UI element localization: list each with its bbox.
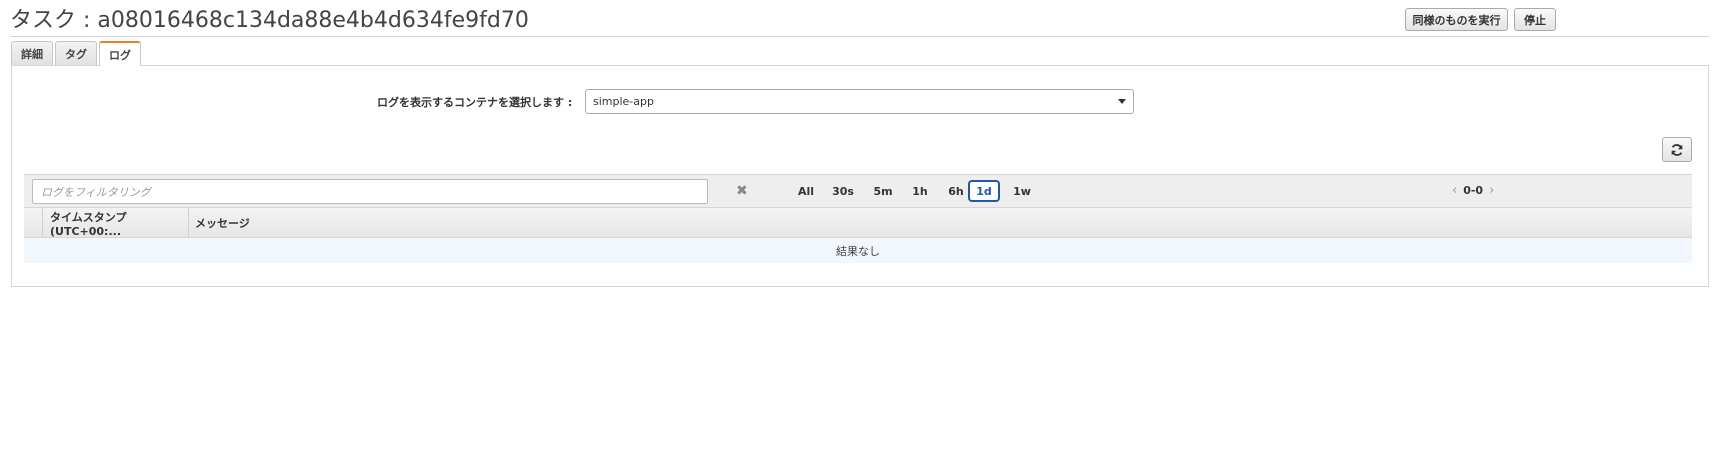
page-title: タスク : a08016468c134da88e4b4d634fe9fd70 — [10, 8, 529, 33]
title-divider — [10, 36, 1709, 37]
column-timestamp[interactable]: タイムスタンプ (UTC+00:... — [50, 208, 185, 238]
refresh-icon — [1671, 143, 1683, 156]
refresh-button[interactable] — [1662, 137, 1692, 162]
clear-icon[interactable]: ✖ — [736, 183, 748, 199]
column-divider — [42, 208, 43, 238]
range-5m[interactable]: 5m — [870, 180, 896, 202]
log-toolbar: ログをフィルタリング ✖ All 30s 5m 1h 6h 1d 1w ‹ 0-… — [24, 174, 1692, 207]
container-select-label: ログを表示するコンテナを選択します : — [377, 96, 573, 109]
column-divider — [188, 208, 189, 238]
range-1d[interactable]: 1d — [968, 180, 1000, 202]
tab-bar: 詳細 タグ ログ — [11, 41, 143, 66]
log-filter-input[interactable]: ログをフィルタリング — [32, 179, 708, 204]
pagination: ‹ 0-0 › — [1452, 183, 1494, 198]
chevron-right-icon[interactable]: › — [1489, 183, 1494, 198]
tab-details[interactable]: 詳細 — [11, 41, 53, 65]
range-all[interactable]: All — [794, 180, 818, 202]
column-message[interactable]: メッセージ — [195, 208, 395, 238]
chevron-down-icon — [1118, 99, 1126, 104]
range-6h[interactable]: 6h — [944, 180, 968, 202]
table-header: タイムスタンプ (UTC+00:... メッセージ — [24, 207, 1692, 238]
container-select-value: simple-app — [593, 95, 654, 108]
container-select[interactable]: simple-app — [585, 89, 1134, 114]
logs-panel: ログを表示するコンテナを選択します : simple-app ログをフィルタリン… — [11, 65, 1709, 287]
run-same-button[interactable]: 同様のものを実行 — [1405, 8, 1508, 31]
range-30s[interactable]: 30s — [829, 180, 857, 202]
stop-button[interactable]: 停止 — [1514, 8, 1556, 31]
tab-tags[interactable]: タグ — [55, 41, 97, 65]
tab-logs[interactable]: ログ — [99, 41, 141, 66]
range-1h[interactable]: 1h — [908, 180, 932, 202]
empty-results-row: 結果なし — [24, 238, 1692, 263]
chevron-left-icon[interactable]: ‹ — [1452, 183, 1457, 198]
range-1w[interactable]: 1w — [1009, 180, 1035, 202]
page-range: 0-0 — [1463, 184, 1484, 197]
